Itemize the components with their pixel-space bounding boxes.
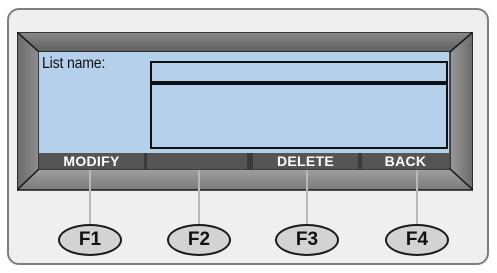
- f3-button[interactable]: F3: [275, 224, 339, 256]
- f4-button[interactable]: F4: [385, 224, 449, 256]
- f2-button[interactable]: F2: [167, 224, 231, 256]
- f1-button[interactable]: F1: [58, 224, 122, 256]
